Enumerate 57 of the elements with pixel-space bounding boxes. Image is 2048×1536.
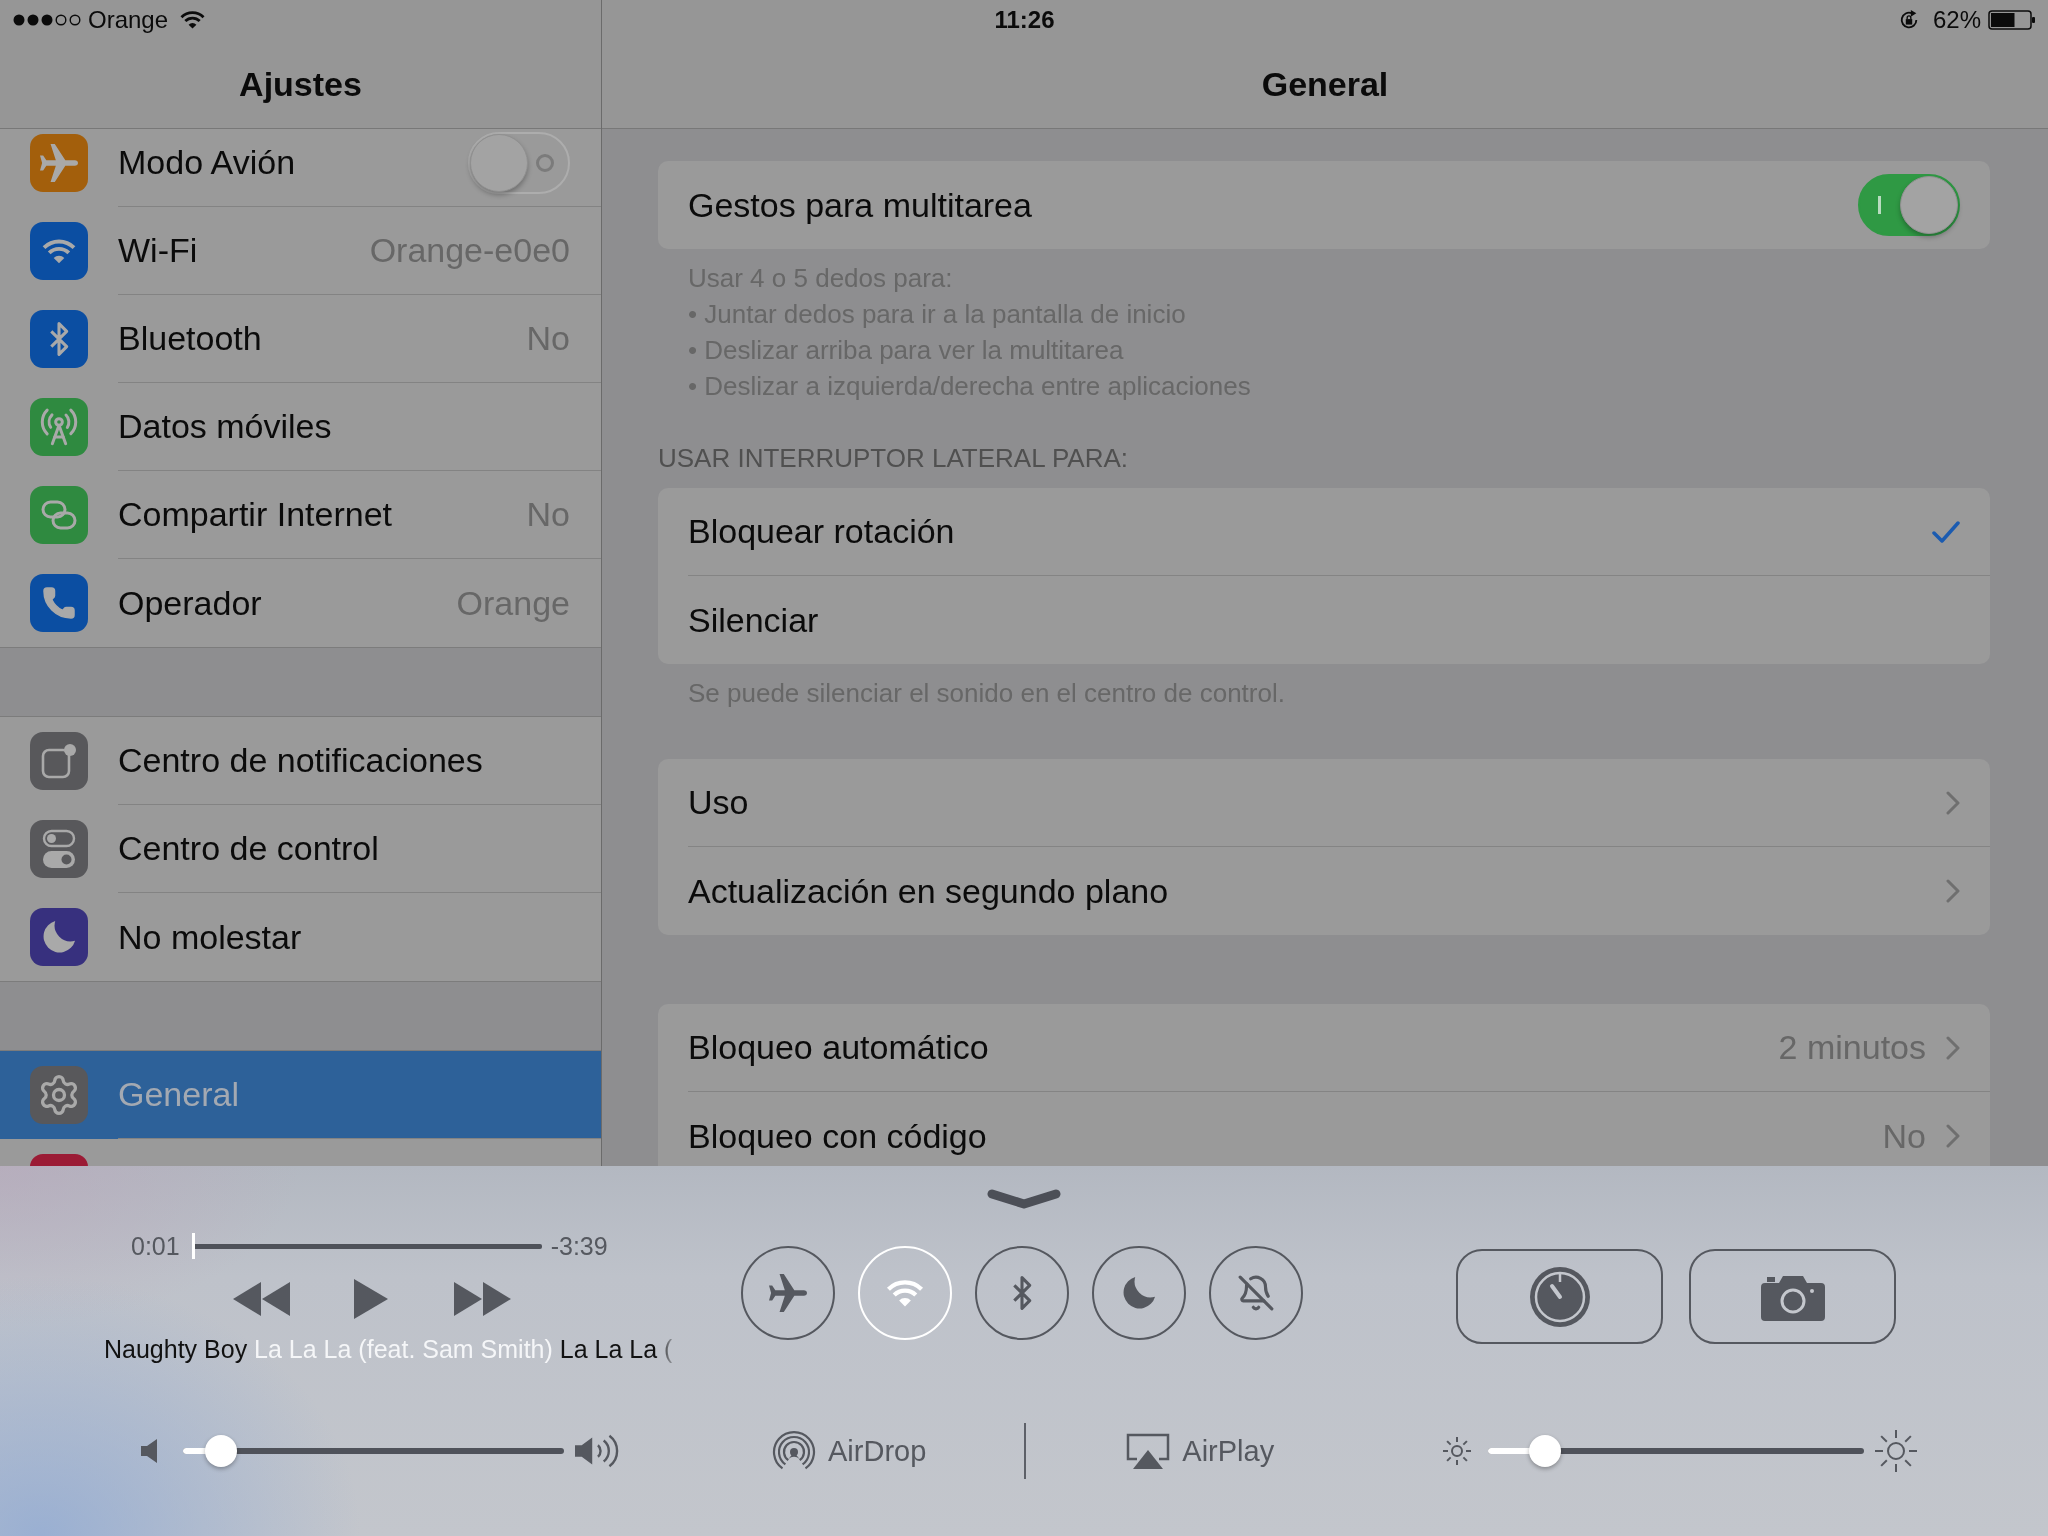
timer-button[interactable] <box>1456 1249 1663 1344</box>
speaker-loud-icon <box>575 1433 619 1469</box>
settings-row[interactable]: Gestos para multitarea <box>658 161 1990 249</box>
sidebar-item[interactable]: Modo Avión <box>0 129 601 207</box>
fast-forward-icon[interactable] <box>454 1282 511 1316</box>
battery-percent: 62% <box>1932 6 1981 34</box>
chevron-down-icon[interactable] <box>987 1188 1061 1210</box>
toggle-switch[interactable] <box>1858 174 1960 236</box>
wifi-icon <box>180 11 206 29</box>
play-icon[interactable] <box>354 1279 388 1319</box>
airplane-icon <box>769 1274 807 1312</box>
elapsed-time: 0:01 <box>131 1231 180 1261</box>
remaining-time: -3:39 <box>550 1231 608 1261</box>
timer-icon <box>1529 1266 1590 1327</box>
progress-slider[interactable] <box>191 1233 542 1259</box>
sun-small-icon <box>1442 1436 1473 1466</box>
toggle-button[interactable] <box>1209 1246 1303 1340</box>
bell-off-icon <box>1237 1274 1275 1312</box>
sidebar-item[interactable]: No molestar <box>0 893 601 981</box>
slider-thumb[interactable] <box>205 1435 238 1467</box>
signal-icon <box>13 14 81 26</box>
sun-icon <box>1874 1429 1919 1473</box>
settings-row[interactable]: Silenciar <box>658 576 1990 664</box>
airplay-button[interactable]: AirPlay <box>1126 1433 1275 1469</box>
settings-row[interactable]: Actualización en segundo plano <box>658 847 1990 935</box>
settings-row[interactable]: Bloquear rotación <box>658 488 1990 576</box>
progress-thumb[interactable] <box>192 1233 196 1259</box>
bluetooth-icon <box>1012 1275 1032 1311</box>
slider-thumb[interactable] <box>1528 1435 1561 1467</box>
toggle-switch[interactable] <box>468 131 570 194</box>
sidebar-item[interactable]: Datos móviles <box>0 383 601 471</box>
battery-icon <box>1988 10 2036 30</box>
moon-icon <box>1122 1276 1156 1310</box>
speaker-icon <box>140 1439 158 1463</box>
section-header: USAR INTERRUPTOR LATERAL PARA: <box>658 442 1129 475</box>
toggle-button[interactable] <box>1092 1246 1186 1340</box>
sidebar-item[interactable]: Centro de notificaciones <box>0 717 601 805</box>
chevron-right-icon <box>1946 790 1960 815</box>
nav-title: Ajustes <box>239 64 362 104</box>
carrier-name: Orange <box>88 6 169 34</box>
sidebar-item[interactable]: Centro de control <box>0 805 601 893</box>
chevron-right-icon <box>1946 1124 1960 1148</box>
toggle-button[interactable] <box>975 1246 1069 1340</box>
toggle-button[interactable] <box>741 1246 835 1340</box>
screen-triangle-icon <box>1126 1433 1171 1469</box>
wifi-icon <box>886 1279 924 1307</box>
airdrop-button[interactable]: AirDrop <box>772 1430 927 1472</box>
settings-row[interactable]: Uso <box>658 759 1990 847</box>
brightness-slider[interactable] <box>1488 1435 1865 1467</box>
nav-title: General <box>1261 64 1389 104</box>
chevron-right-icon <box>1946 879 1960 903</box>
chevron-right-icon <box>1946 1035 1960 1060</box>
volume-slider[interactable] <box>183 1435 564 1467</box>
rewind-icon[interactable] <box>233 1282 290 1316</box>
camera-button[interactable] <box>1689 1249 1896 1344</box>
status-time: 11:26 <box>994 6 1055 34</box>
concentric-rings-icon <box>772 1430 816 1472</box>
